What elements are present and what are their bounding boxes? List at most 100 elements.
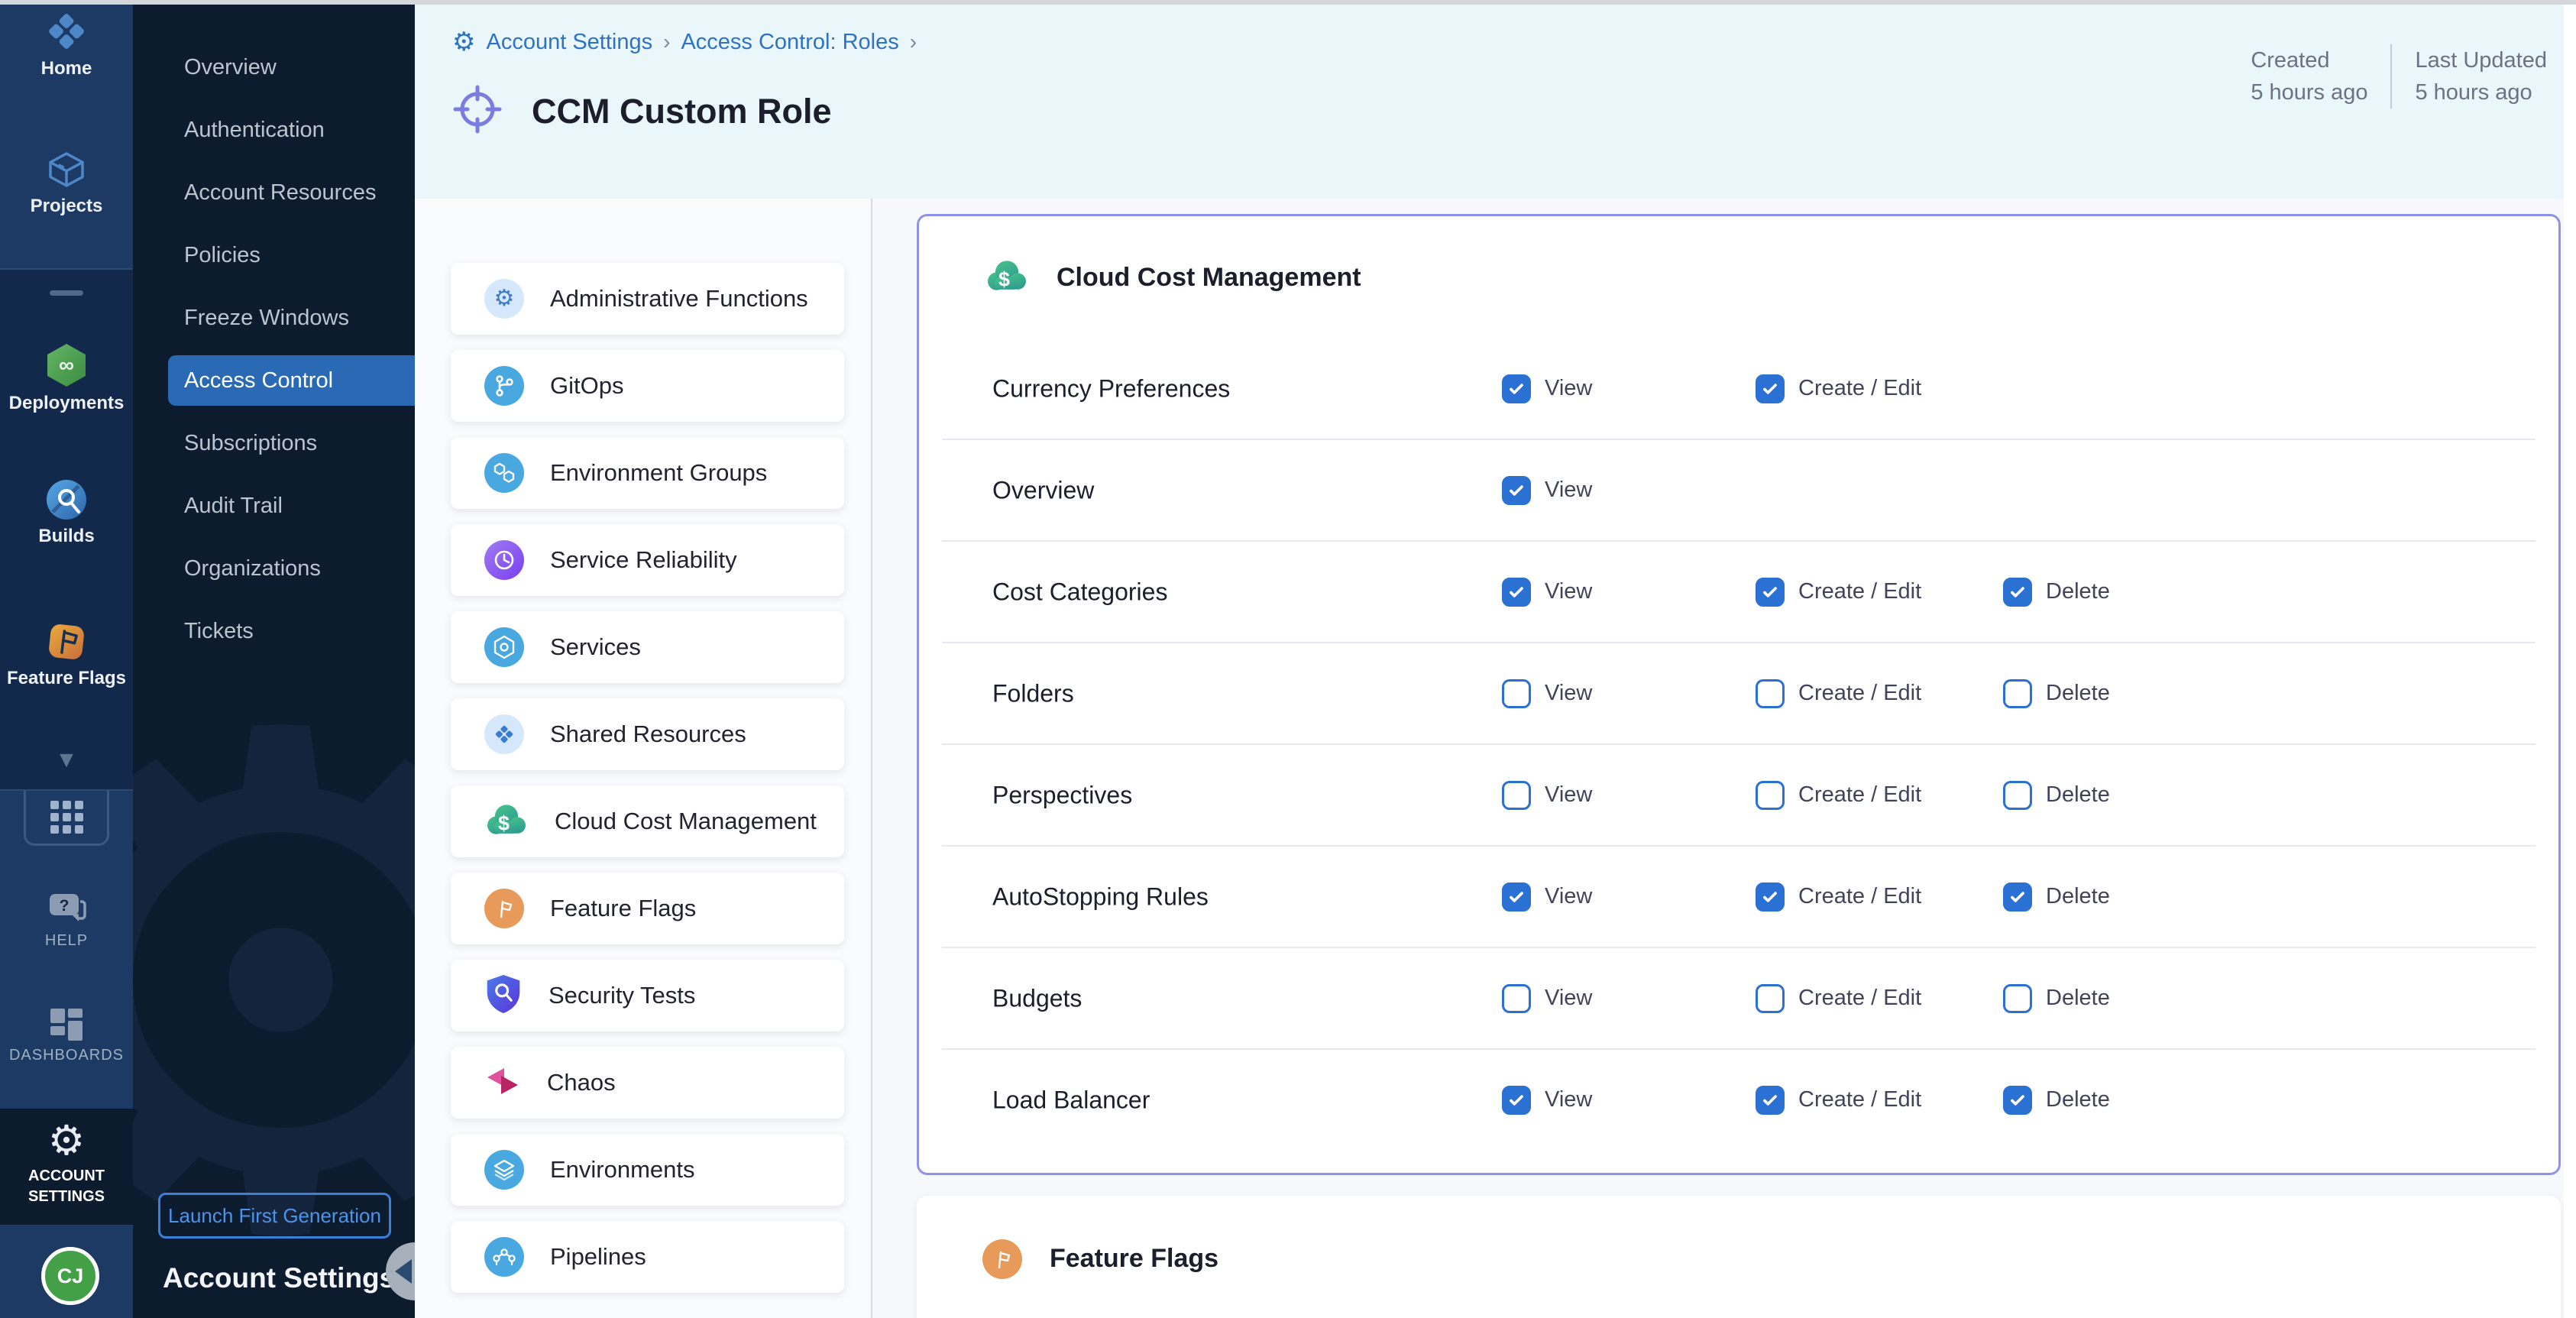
checkbox-create-edit-unchecked[interactable] xyxy=(1756,781,1785,810)
checkbox-delete-checked[interactable] xyxy=(2003,882,2032,912)
checkbox-delete-unchecked[interactable] xyxy=(2003,984,2032,1013)
resource-label: Security Tests xyxy=(549,982,695,1009)
feature-flags-circle-icon xyxy=(484,889,524,928)
sidebar-footer-title: Account Settings xyxy=(163,1262,395,1294)
security-shield-icon xyxy=(484,973,523,1018)
checkbox-create-edit-checked[interactable] xyxy=(1756,882,1785,912)
checkbox-view-unchecked[interactable] xyxy=(1502,984,1531,1013)
breadcrumb-link-access-control-roles[interactable]: Access Control: Roles xyxy=(681,30,898,55)
settings-menu-item-organizations[interactable]: Organizations xyxy=(168,543,415,594)
sidebar-item-home[interactable]: Home xyxy=(0,9,133,79)
services-hexagon-icon xyxy=(484,627,524,667)
sidebar-item-label: DASHBOARDS xyxy=(9,1047,124,1064)
checkbox-create-edit-unchecked[interactable] xyxy=(1756,679,1785,708)
breadcrumb-link-account-settings[interactable]: Account Settings xyxy=(486,30,652,55)
sidebar-item-label: Projects xyxy=(31,196,103,217)
permission-row-label: AutoStopping Rules xyxy=(992,882,1209,911)
role-meta: Created 5 hours ago Last Updated 5 hours… xyxy=(2251,44,2547,108)
permission-view: View xyxy=(1502,984,1592,1013)
permission-row-perspectives: PerspectivesViewCreate / EditDelete xyxy=(942,745,2536,847)
permission-delete: Delete xyxy=(2003,984,2110,1013)
checkbox-view-checked[interactable] xyxy=(1502,578,1531,607)
settings-menu-item-authentication[interactable]: Authentication xyxy=(168,105,415,155)
collapse-left-icon xyxy=(395,1259,412,1284)
resource-card-gitops[interactable]: GitOps xyxy=(451,350,844,422)
permission-row-label: Cost Categories xyxy=(992,578,1167,606)
checkbox-view-checked[interactable] xyxy=(1502,374,1531,403)
window-top-edge xyxy=(0,0,2576,5)
resource-card-chaos[interactable]: Chaos xyxy=(451,1047,844,1119)
checkbox-view-unchecked[interactable] xyxy=(1502,781,1531,810)
breadcrumb-separator: › xyxy=(663,30,670,54)
panel-header: $ Cloud Cost Management xyxy=(919,216,2558,338)
permission-name: View xyxy=(1545,884,1592,909)
harness-home-icon xyxy=(44,9,89,53)
checkbox-delete-unchecked[interactable] xyxy=(2003,781,2032,810)
svg-text:$: $ xyxy=(498,811,510,834)
checkbox-create-edit-checked[interactable] xyxy=(1756,578,1785,607)
deployments-cd-icon: ∞ xyxy=(45,342,88,388)
sidebar-divider xyxy=(0,268,133,270)
checkbox-delete-checked[interactable] xyxy=(2003,578,2032,607)
sidebar-item-projects[interactable]: Projects xyxy=(0,148,133,217)
permission-name: Delete xyxy=(2046,579,2110,604)
checkbox-delete-checked[interactable] xyxy=(2003,1086,2032,1115)
sidebar-item-feature-flags[interactable]: Feature Flags xyxy=(0,620,133,689)
sidebar-item-help[interactable]: ? HELP xyxy=(0,891,133,950)
resource-card-environments[interactable]: Environments xyxy=(451,1134,844,1206)
checkbox-view-unchecked[interactable] xyxy=(1502,679,1531,708)
checkbox-create-edit-checked[interactable] xyxy=(1756,374,1785,403)
sidebar-item-deployments[interactable]: ∞ Deployments xyxy=(0,342,133,414)
resource-card-feature-flags[interactable]: Feature Flags xyxy=(451,873,844,944)
checkbox-view-checked[interactable] xyxy=(1502,1086,1531,1115)
checkbox-create-edit-unchecked[interactable] xyxy=(1756,984,1785,1013)
launch-first-generation-button[interactable]: Launch First Generation xyxy=(158,1193,391,1239)
module-drag-handle[interactable] xyxy=(50,290,83,296)
resource-label: Services xyxy=(550,633,641,661)
breadcrumb-separator: › xyxy=(910,30,917,54)
settings-menu-item-policies[interactable]: Policies xyxy=(168,230,415,280)
checkbox-delete-unchecked[interactable] xyxy=(2003,679,2032,708)
permission-name: Delete xyxy=(2046,986,2110,1011)
settings-menu-item-overview[interactable]: Overview xyxy=(168,42,415,92)
permission-view: View xyxy=(1502,476,1592,505)
settings-menu-item-access-control[interactable]: Access Control xyxy=(168,355,415,406)
permission-name: Create / Edit xyxy=(1798,681,1921,706)
resource-label: Environments xyxy=(550,1156,695,1184)
section-title: Feature Flags xyxy=(1050,1244,1218,1274)
breadcrumb-gear-icon: ⚙ xyxy=(452,29,475,55)
avatar-initials: CJ xyxy=(57,1265,84,1288)
settings-menu-item-subscriptions[interactable]: Subscriptions xyxy=(168,418,415,468)
resource-card-services[interactable]: Services xyxy=(451,611,844,683)
permission-row-cost-categories: Cost CategoriesViewCreate / EditDelete xyxy=(942,542,2536,643)
resource-label: Cloud Cost Management xyxy=(555,808,817,835)
app-root: Home Projects ∞ Deployments Builds Featu… xyxy=(0,0,2576,1318)
resource-card-shared-resources[interactable]: Shared Resources xyxy=(451,698,844,770)
module-grid-button[interactable] xyxy=(24,791,109,846)
sidebar-item-account-settings[interactable]: ⚙ ACCOUNT SETTINGS xyxy=(0,1120,133,1207)
permission-delete: Delete xyxy=(2003,578,2110,607)
settings-menu-item-audit-trail[interactable]: Audit Trail xyxy=(168,481,415,531)
resource-card-security-tests[interactable]: Security Tests xyxy=(451,960,844,1031)
title-row: CCM Custom Role xyxy=(452,84,832,138)
scrollbar[interactable] xyxy=(2564,5,2576,1318)
sidebar-item-builds[interactable]: Builds xyxy=(0,478,133,547)
sidebar-item-dashboards[interactable]: DASHBOARDS xyxy=(0,1007,133,1064)
permission-delete: Delete xyxy=(2003,882,2110,912)
settings-menu-item-account-resources[interactable]: Account Resources xyxy=(168,167,415,218)
chevron-down-icon[interactable]: ▼ xyxy=(0,749,133,772)
resource-card-cloud-cost-management[interactable]: $ Cloud Cost Management xyxy=(451,785,844,857)
user-avatar[interactable]: CJ xyxy=(41,1247,99,1305)
checkbox-create-edit-checked[interactable] xyxy=(1756,1086,1785,1115)
resource-card-environment-groups[interactable]: Environment Groups xyxy=(451,437,844,509)
resource-card-administrative-functions[interactable]: ⚙Administrative Functions xyxy=(451,263,844,335)
svg-text:$: $ xyxy=(998,267,1010,290)
checkbox-view-checked[interactable] xyxy=(1502,882,1531,912)
resource-card-pipelines[interactable]: Pipelines xyxy=(451,1221,844,1293)
resource-card-service-reliability[interactable]: Service Reliability xyxy=(451,524,844,596)
settings-menu-item-freeze-windows[interactable]: Freeze Windows xyxy=(168,293,415,343)
settings-menu-item-tickets[interactable]: Tickets xyxy=(168,606,415,656)
checkbox-view-checked[interactable] xyxy=(1502,476,1531,505)
role-target-icon xyxy=(452,84,503,138)
builds-ci-icon xyxy=(45,478,88,521)
